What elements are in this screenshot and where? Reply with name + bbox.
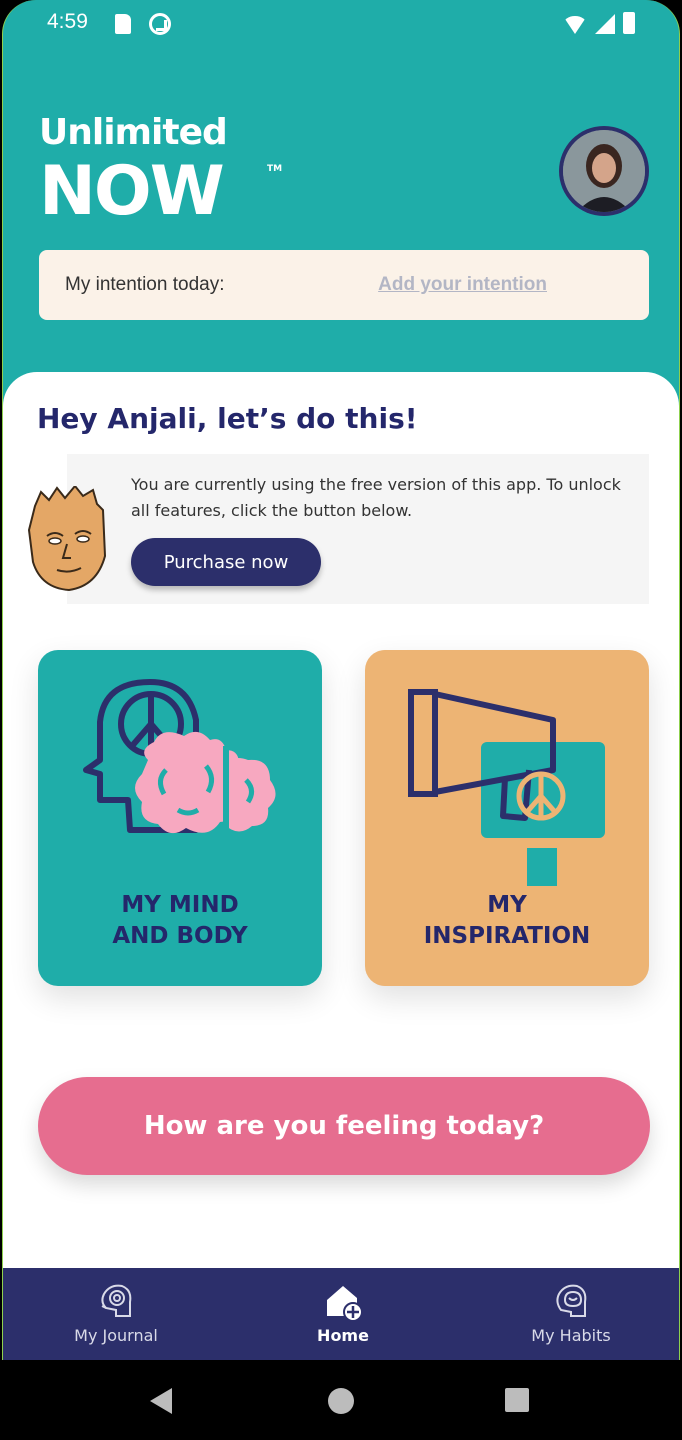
- home-add-icon: [327, 1286, 363, 1322]
- add-intention-link[interactable]: Add your intention: [378, 274, 547, 296]
- card-title-line2: AND BODY: [112, 923, 248, 949]
- my-mind-and-body-card[interactable]: MY MIND AND BODY: [38, 650, 322, 986]
- app-logo: Unlimited NOW TM: [39, 112, 289, 232]
- system-navigation-bar: [0, 1360, 682, 1440]
- intention-label: My intention today:: [65, 274, 225, 295]
- card-title: MY INSPIRATION: [365, 890, 649, 952]
- nav-my-habits[interactable]: My Habits: [471, 1268, 671, 1360]
- person-photo-icon: [563, 130, 645, 212]
- status-time: 4:59: [47, 10, 88, 33]
- status-bar: 4:59: [3, 0, 679, 50]
- logo-trademark: TM: [267, 164, 283, 174]
- nav-label: My Journal: [74, 1326, 158, 1345]
- battery-icon: [623, 12, 635, 34]
- profile-avatar[interactable]: [559, 126, 649, 216]
- megaphone-peace-icon: [408, 689, 605, 886]
- phone-frame: 4:59 Unlimited NOW TM My intention today…: [0, 0, 682, 1440]
- logo-text-main: NOW: [39, 152, 225, 231]
- habits-head-icon: [556, 1284, 587, 1317]
- sync-icon: [149, 13, 171, 35]
- upgrade-promo: You are currently using the free version…: [67, 454, 649, 604]
- wifi-icon: [563, 16, 587, 34]
- bottom-navigation: My Journal Home My Habits: [3, 1268, 679, 1360]
- signal-icon: [595, 14, 615, 34]
- back-icon[interactable]: [150, 1388, 172, 1414]
- recent-apps-icon[interactable]: [505, 1388, 529, 1412]
- card-title-line2: INSPIRATION: [423, 923, 591, 949]
- purchase-now-button[interactable]: Purchase now: [131, 538, 321, 586]
- home-circle-icon[interactable]: [328, 1388, 354, 1414]
- intention-bar: My intention today: Add your intention: [39, 250, 649, 320]
- head-brain-peace-icon: [83, 679, 276, 834]
- my-inspiration-card[interactable]: MY INSPIRATION: [365, 650, 649, 986]
- card-title: MY MIND AND BODY: [38, 890, 322, 952]
- status-indicators: [563, 12, 635, 34]
- promo-text: You are currently using the free version…: [131, 475, 621, 520]
- logo-text-top: Unlimited: [39, 112, 228, 153]
- how-are-you-feeling-button[interactable]: How are you feeling today?: [38, 1077, 650, 1175]
- sd-card-icon: [115, 14, 131, 34]
- nav-label: My Habits: [531, 1326, 611, 1345]
- nav-my-journal[interactable]: My Journal: [16, 1268, 216, 1360]
- avatar-photo: [563, 130, 645, 212]
- cartoon-face-icon: [27, 486, 107, 592]
- card-title-line1: MY: [487, 892, 527, 918]
- journal-head-icon: [101, 1284, 132, 1317]
- card-title-line1: MY MIND: [121, 892, 239, 918]
- main-panel: Hey Anjali, let’s do this! You are curre…: [3, 372, 679, 1272]
- nav-label: Home: [317, 1326, 369, 1345]
- app-screen: 4:59 Unlimited NOW TM My intention today…: [2, 0, 680, 1360]
- greeting-heading: Hey Anjali, let’s do this!: [37, 402, 418, 435]
- nav-home[interactable]: Home: [243, 1268, 443, 1360]
